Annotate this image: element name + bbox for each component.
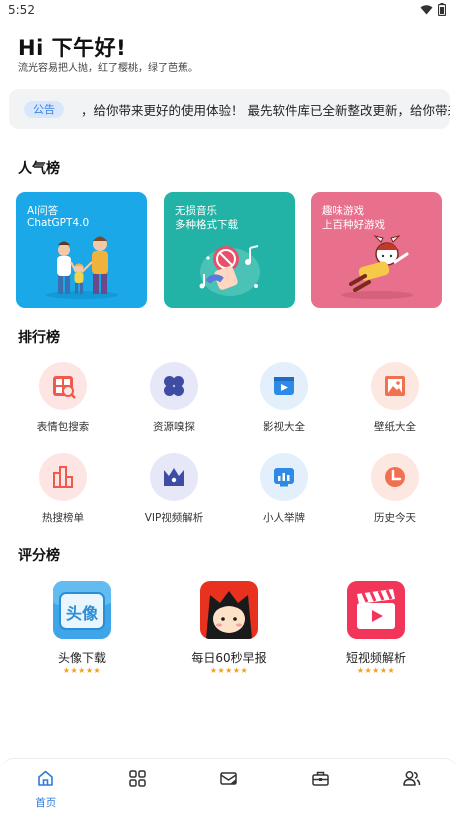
battery-icon <box>438 3 446 16</box>
card-line1: 无损音乐 <box>175 205 217 217</box>
notice-text: ，给你带来更好的使用体验！ 最先软件库已全新整改更新，给你带来更好的使用体验！ <box>81 103 450 118</box>
toolbox-icon <box>312 771 329 786</box>
grid-label: 资源嗅探 <box>153 421 195 433</box>
grid-label: 影视大全 <box>263 421 305 433</box>
nav-home-label: 首页 <box>35 797 57 809</box>
grid-item-video[interactable]: 影视大全 <box>234 362 334 442</box>
hot-chart-icon <box>39 453 87 501</box>
rating-label: 每日60秒早报 <box>191 651 267 665</box>
grid-item-hot-search[interactable]: 热搜榜单 <box>13 453 113 533</box>
grid-item-emoji-search[interactable]: 表情包搜索 <box>13 362 113 442</box>
bottom-nav: 首页 <box>0 758 458 815</box>
nav-home[interactable]: 首页 <box>0 759 92 815</box>
greeting-subtitle: 流光容易把人抛，红了樱桃，绿了芭蕉。 <box>18 63 198 74</box>
nav-profile[interactable] <box>366 759 458 815</box>
grid-item-resource-sniff[interactable]: 资源嗅探 <box>124 362 224 442</box>
ranking-section-title: 排行榜 <box>18 330 60 346</box>
card-line2: 上百种好游戏 <box>322 219 385 231</box>
rating-stars: ★★★★★ <box>356 666 396 675</box>
popular-card-ai-chat[interactable]: AI问答 ChatGPT4.0 <box>16 192 147 308</box>
grid-label: 表情包搜索 <box>36 421 90 433</box>
status-time: 5:52 <box>8 3 35 17</box>
notice-bar[interactable]: 公告 ，给你带来更好的使用体验！ 最先软件库已全新整改更新，给你带来更好的使用体… <box>9 89 450 129</box>
mail-icon <box>220 772 237 785</box>
rating-stars: ★★★★★ <box>209 666 249 675</box>
notice-badge: 公告 <box>24 101 64 118</box>
grid-item-history-today[interactable]: 历史今天 <box>345 453 445 533</box>
crown-icon <box>150 453 198 501</box>
grid-label: 壁纸大全 <box>374 421 416 433</box>
short-video-app-icon <box>347 581 405 639</box>
users-icon <box>403 771 421 786</box>
grid-label: VIP视频解析 <box>144 512 204 524</box>
emoji-search-icon <box>39 362 87 410</box>
greeting-title: Hi 下午好! <box>18 36 127 60</box>
rating-item-daily-news[interactable]: 每日60秒早报 ★★★★★ <box>169 581 289 681</box>
home-icon <box>38 770 53 786</box>
grid-label: 小人举牌 <box>263 512 305 524</box>
wifi-icon <box>420 5 433 15</box>
four-leaf-icon <box>150 362 198 410</box>
nav-apps[interactable] <box>92 759 184 815</box>
clock-icon <box>371 453 419 501</box>
rating-item-short-video[interactable]: 短视频解析 ★★★★★ <box>316 581 436 681</box>
rating-section-title: 评分榜 <box>18 548 60 564</box>
wallpaper-icon <box>371 362 419 410</box>
card-line2: ChatGPT4.0 <box>27 217 90 229</box>
apps-grid-icon <box>128 770 146 787</box>
popular-section-title: 人气榜 <box>18 161 60 177</box>
grid-label: 历史今天 <box>374 512 416 524</box>
rating-label: 头像下载 <box>57 651 106 665</box>
popular-card-music[interactable]: 无损音乐 多种格式下载 <box>164 192 295 308</box>
grid-item-wallpaper[interactable]: 壁纸大全 <box>345 362 445 442</box>
video-icon <box>260 362 308 410</box>
grid-item-sign-board[interactable]: 小人举牌 <box>234 453 334 533</box>
rating-label: 短视频解析 <box>345 651 406 665</box>
rating-item-avatar-download[interactable]: 头像 头像下载 ★★★★★ <box>22 581 142 681</box>
avatar-app-badge-text: 头像 <box>66 604 99 623</box>
grid-item-vip-video[interactable]: VIP视频解析 <box>124 453 224 533</box>
card-line1: 趣味游戏 <box>322 205 364 217</box>
avatar-app-icon: 头像 <box>53 581 111 639</box>
nav-toolbox[interactable] <box>275 759 367 815</box>
card-line1: AI问答 <box>27 205 59 217</box>
popular-card-games[interactable]: 趣味游戏 上百种好游戏 <box>311 192 442 308</box>
nav-messages[interactable] <box>183 759 275 815</box>
rating-stars: ★★★★★ <box>62 666 102 675</box>
grid-label: 热搜榜单 <box>42 512 84 524</box>
daily-news-app-icon <box>200 581 258 639</box>
card-line2: 多种格式下载 <box>175 219 238 231</box>
status-icons <box>420 3 446 16</box>
sign-board-icon <box>260 453 308 501</box>
status-bar: 5:52 <box>0 0 458 22</box>
